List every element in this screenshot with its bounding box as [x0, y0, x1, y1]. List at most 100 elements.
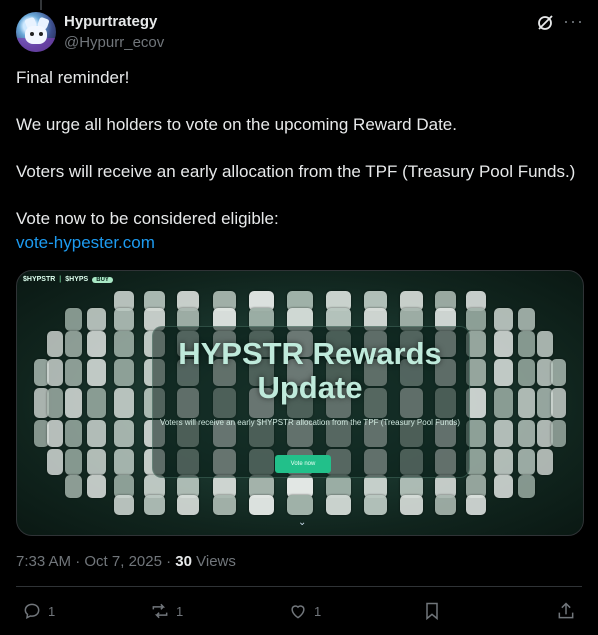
- card-ticker-bar: $HYPSTR | $HYPS BUY: [23, 276, 113, 283]
- nft-tile: [536, 331, 554, 357]
- nft-tile: [177, 494, 200, 516]
- nft-tile: [113, 358, 134, 387]
- nft-tile: [144, 494, 166, 516]
- nft-tile: [517, 358, 536, 387]
- nft-tile: [363, 494, 388, 516]
- card-vote-button: Vote now: [275, 455, 331, 473]
- nft-tile: [46, 449, 64, 475]
- nft-tile: [113, 388, 134, 418]
- card-title-line: HYPSTR Rewards: [178, 336, 442, 371]
- nft-tile: [494, 358, 513, 387]
- tweet-text: Final reminder! We urge all holders to v…: [16, 66, 582, 255]
- nft-tile: [517, 474, 536, 498]
- nft-tile: [494, 474, 513, 498]
- nft-tile: [113, 308, 134, 332]
- tweet-line: Voters will receive an early allocation …: [16, 162, 576, 181]
- nft-tile: [64, 419, 83, 448]
- tweet-meta: 7:33 AM · Oct 7, 2025 · 30 Views: [16, 553, 236, 570]
- thread-line: [40, 0, 42, 10]
- author-display-name[interactable]: Hypurtrategy: [64, 13, 157, 30]
- like-button[interactable]: 1: [288, 598, 321, 624]
- views-label: Views: [191, 553, 236, 570]
- nft-tile: [46, 358, 64, 387]
- nft-tile: [400, 494, 423, 516]
- reply-button[interactable]: 1: [22, 598, 55, 624]
- divider: [16, 586, 582, 587]
- nft-tile: [64, 388, 83, 418]
- repost-button[interactable]: 1: [150, 598, 183, 624]
- share-icon: [558, 602, 574, 619]
- nft-tile: [87, 388, 106, 418]
- nft-tile: [249, 494, 275, 516]
- tweet-time[interactable]: 7:33 AM: [16, 553, 71, 570]
- nft-tile: [87, 474, 106, 498]
- avatar[interactable]: [16, 12, 56, 52]
- like-count: 1: [314, 603, 322, 619]
- action-bar: 1 1 1: [0, 598, 598, 626]
- nft-tile: [87, 331, 106, 357]
- bookmark-button[interactable]: [422, 598, 442, 624]
- meta-separator: ·: [71, 553, 85, 570]
- nft-tile: [551, 388, 567, 418]
- repost-count: 1: [176, 603, 184, 619]
- nft-tile: [466, 308, 486, 332]
- nft-tile: [87, 449, 106, 475]
- nft-tile: [494, 308, 513, 332]
- like-icon: [291, 605, 305, 619]
- nft-tile: [551, 358, 567, 387]
- tweet-line: Final reminder!: [16, 68, 130, 87]
- nft-tile: [113, 419, 134, 448]
- card-ticker: $HYPSTR: [23, 276, 56, 283]
- nft-tile: [87, 358, 106, 387]
- nft-tile: [434, 494, 456, 516]
- tweet-date[interactable]: Oct 7, 2025: [84, 553, 162, 570]
- more-icon[interactable]: ···: [563, 12, 583, 33]
- nft-tile: [517, 388, 536, 418]
- nft-tile: [325, 494, 351, 516]
- nft-tile: [287, 494, 313, 516]
- nft-tile: [551, 419, 567, 448]
- tweet-line: We urge all holders to vote on the upcom…: [16, 115, 457, 134]
- nft-tile: [212, 494, 237, 516]
- card-title-line: Update: [257, 370, 363, 405]
- card-buy-badge: BUY: [92, 277, 113, 283]
- repost-icon: [152, 603, 168, 619]
- nft-tile: [64, 331, 83, 357]
- meta-separator: ·: [161, 553, 176, 570]
- nft-tile: [494, 388, 513, 418]
- card-price-label: $HYPS: [65, 276, 89, 283]
- nft-tile: [64, 308, 83, 332]
- card-title: HYPSTR Rewards Update: [133, 337, 487, 405]
- nft-tile: [466, 494, 486, 516]
- reply-icon: [24, 603, 40, 619]
- nft-tile: [517, 419, 536, 448]
- nft-tile: [494, 449, 513, 475]
- nft-tile: [517, 331, 536, 357]
- nft-tile: [517, 308, 536, 332]
- views-count[interactable]: 30: [175, 553, 192, 570]
- nft-tile: [64, 474, 83, 498]
- bookmark-icon: [426, 602, 438, 621]
- reply-count: 1: [48, 603, 56, 619]
- share-button[interactable]: [556, 598, 576, 624]
- tweet-link[interactable]: vote-hypester.com: [16, 231, 582, 255]
- nft-tile: [494, 419, 513, 448]
- nft-tile: [46, 331, 64, 357]
- nft-tile: [46, 419, 64, 448]
- nft-tile: [494, 331, 513, 357]
- nft-tile: [64, 358, 83, 387]
- media-card[interactable]: $HYPSTR | $HYPS BUY HYPSTR Rewards Update V…: [16, 270, 584, 536]
- nft-tile: [113, 331, 134, 357]
- nft-tile: [46, 388, 64, 418]
- nft-tile: [536, 449, 554, 475]
- nft-tile: [113, 494, 134, 516]
- nft-tile: [87, 308, 106, 332]
- nft-tile: [87, 419, 106, 448]
- nft-tile: [113, 449, 134, 475]
- author-handle[interactable]: @Hypurr_ecov: [64, 34, 164, 51]
- tweet-line: Vote now to be considered eligible:: [16, 209, 279, 228]
- nft-tile: [64, 449, 83, 475]
- grok-icon[interactable]: [535, 13, 555, 33]
- chevron-down-icon: ⌄: [298, 517, 307, 528]
- card-subtitle: Voters will receive an early $HYPSTR all…: [159, 418, 461, 427]
